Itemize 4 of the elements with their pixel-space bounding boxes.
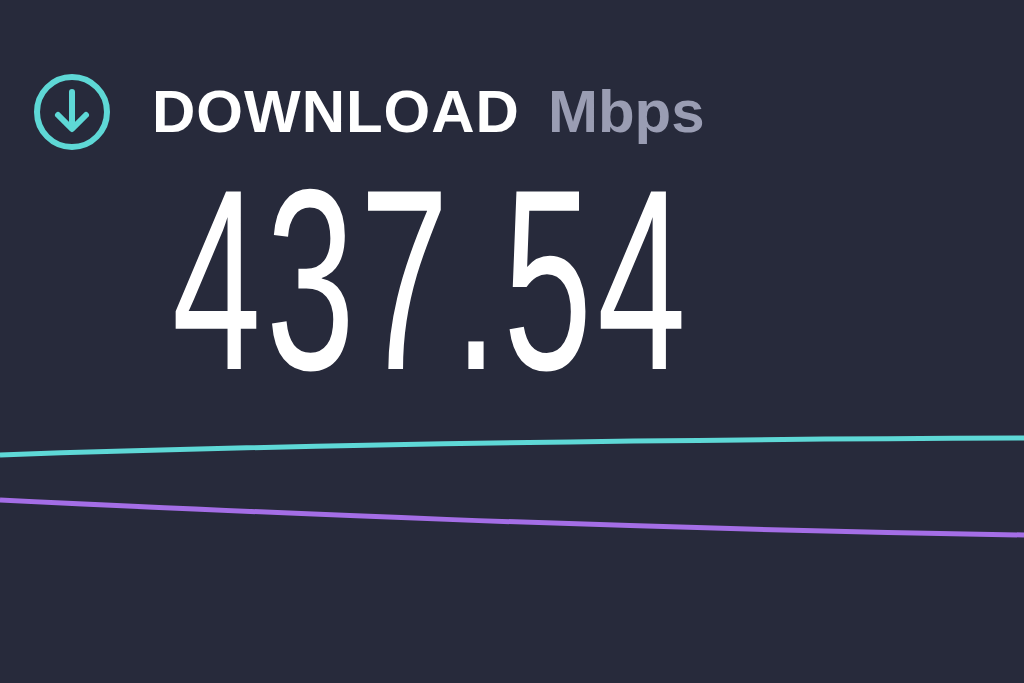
download-icon	[32, 72, 112, 152]
download-label: DOWNLOAD	[152, 82, 520, 142]
speed-value: 437.54	[172, 180, 691, 380]
unit-label: Mbps	[547, 82, 705, 142]
